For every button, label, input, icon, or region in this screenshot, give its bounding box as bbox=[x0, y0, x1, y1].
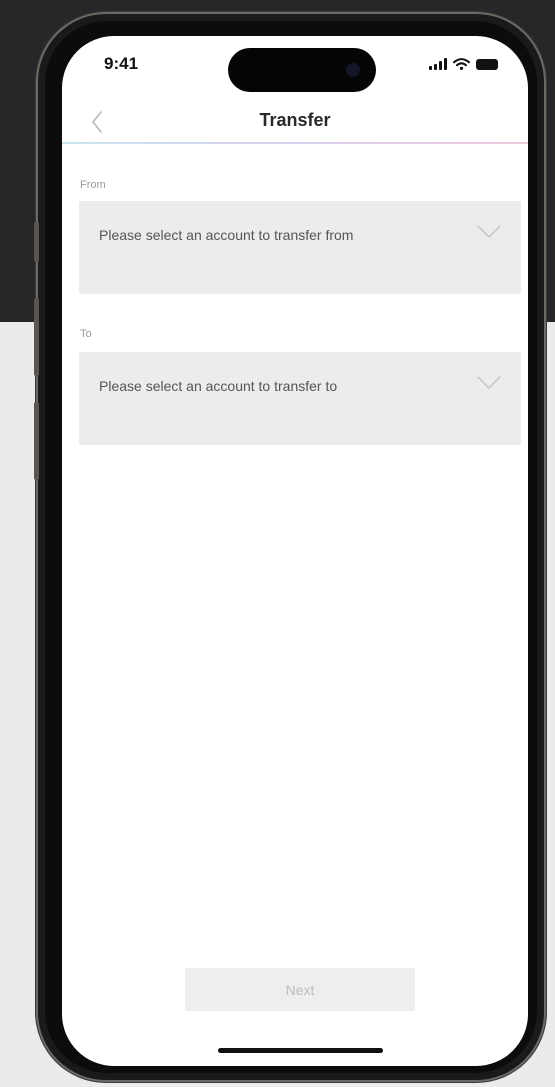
from-account-select[interactable]: Please select an account to transfer fro… bbox=[79, 201, 521, 294]
dynamic-island bbox=[228, 48, 376, 92]
status-icons bbox=[429, 58, 498, 70]
page-title: Transfer bbox=[259, 110, 331, 130]
status-time: 9:41 bbox=[104, 54, 139, 73]
mute-switch bbox=[34, 222, 39, 262]
signal-icon bbox=[429, 58, 447, 70]
chevron-down-icon bbox=[477, 376, 501, 389]
phone-screen: 9:41 Transfer From Please select an acco… bbox=[62, 36, 528, 1066]
next-button[interactable]: Next bbox=[185, 968, 415, 1011]
home-indicator[interactable] bbox=[218, 1048, 383, 1053]
to-label: To bbox=[80, 328, 92, 340]
from-label: From bbox=[80, 179, 106, 191]
camera-icon bbox=[346, 63, 360, 77]
chevron-down-icon bbox=[477, 225, 501, 238]
nav-bar: Transfer bbox=[62, 100, 528, 144]
battery-icon bbox=[476, 59, 498, 70]
to-account-select[interactable]: Please select an account to transfer to bbox=[79, 352, 521, 445]
to-account-placeholder: Please select an account to transfer to bbox=[99, 378, 338, 394]
wifi-icon bbox=[453, 58, 470, 70]
volume-down-button bbox=[34, 402, 39, 480]
nav-divider bbox=[62, 142, 528, 144]
from-account-placeholder: Please select an account to transfer fro… bbox=[99, 227, 354, 243]
volume-up-button bbox=[34, 298, 39, 376]
